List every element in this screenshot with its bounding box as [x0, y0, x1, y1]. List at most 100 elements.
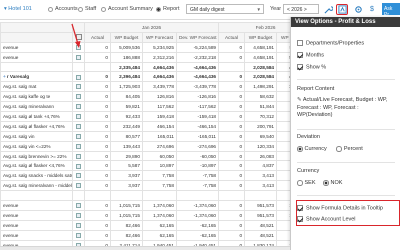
table-row[interactable]: Avg.st. salg øl flasker +4,76% 0 232,449 46… — [0, 120, 290, 132]
checkbox[interactable] — [297, 40, 303, 46]
row-value-cell: 200,791 — [244, 120, 278, 132]
checkbox-checked[interactable] — [297, 52, 303, 58]
table-row[interactable] — [0, 190, 290, 202]
header-dev-wp-forecast: Dev. WP Forecast — [175, 31, 220, 43]
row-account-name: evenue — [0, 41, 73, 53]
row-value-cell: -10,897 — [175, 160, 220, 172]
account-details-icon[interactable] — [76, 94, 81, 100]
row-account-label: evenue — [3, 212, 19, 218]
checkbox-checked[interactable] — [297, 64, 303, 70]
table-row[interactable]: Avg.st. salg snacks - middels sats 0 3,937… — [0, 170, 290, 182]
radio-report-label: Report — [163, 6, 180, 12]
row-value-cell: 60,050 — [142, 150, 177, 162]
account-details-icon[interactable] — [76, 153, 81, 159]
hotel-selector[interactable]: ▾ Hotel 101 — [4, 6, 32, 12]
table-row[interactable]: Avg.st. salg mat 0 1,725,903 3,439,778 -3,43… — [0, 81, 290, 93]
table-row[interactable]: Avg.st. salg vin 0 80,577 165,011 -165,011 0 6… — [0, 130, 290, 142]
row-account-name: evenue — [0, 51, 73, 63]
row-account-name: evenue — [0, 200, 73, 211]
deviation-label: Deviation — [297, 134, 320, 140]
row-icon-cell — [72, 120, 85, 132]
table-row[interactable]: Avg.st. salg mineralvann - middels sats 0… — [0, 180, 290, 192]
view-options-icon[interactable] — [336, 4, 348, 15]
account-details-icon[interactable] — [76, 143, 81, 149]
row-value-cell: 0 — [84, 180, 111, 192]
table-row[interactable]: 2,335,4844,664,436-4,664,436 2,028,5844,3… — [0, 61, 290, 73]
row-value-cell: -165,011 — [175, 130, 220, 142]
radio-currency[interactable]: Currency — [297, 146, 327, 152]
row-value-cell: 69,540 — [244, 130, 278, 142]
account-details-icon[interactable] — [76, 222, 81, 228]
table-row[interactable]: evenue 0 5,009,536 5,234,925 -5,224,589 0 4,65… — [0, 41, 290, 53]
table-row[interactable]: evenue 0 1,015,715 1,374,060 -1,374,060 0 951,… — [0, 209, 290, 221]
row-value-cell: 0 — [218, 130, 246, 142]
deviation-options: Currency Percent — [297, 146, 363, 152]
account-details-icon[interactable] — [76, 232, 81, 238]
account-details-icon[interactable] — [76, 203, 81, 209]
option-show-percent[interactable]: Show % — [297, 64, 326, 70]
tools-icon[interactable] — [322, 4, 334, 15]
account-details-icon[interactable] — [76, 183, 81, 189]
table-row[interactable]: Avg.st. salg brennevin >= 22% 0 29,890 60,0… — [0, 150, 290, 162]
radio-accounts-label: Accounts — [55, 6, 78, 12]
settings-icon[interactable] — [352, 4, 364, 15]
radio-sek[interactable]: SEK — [297, 180, 316, 186]
edit-icon[interactable]: ✎ — [297, 97, 302, 103]
account-details-icon[interactable] — [76, 173, 81, 179]
radio-currency-label: Currency — [304, 146, 327, 153]
option-departments[interactable]: Departments/Properties — [297, 40, 364, 46]
dollar-icon[interactable]: $ — [366, 4, 378, 15]
account-details-icon[interactable] — [76, 163, 81, 169]
account-details-icon[interactable] — [76, 74, 81, 80]
option-months[interactable]: Months — [297, 52, 324, 58]
account-details-icon[interactable] — [76, 84, 81, 90]
header-actual: Actual — [218, 31, 246, 43]
row-icon-cell — [72, 209, 85, 221]
account-details-icon[interactable] — [76, 54, 81, 60]
row-value-cell: 139,443 — [110, 140, 143, 152]
table-row[interactable]: evenue 0 186,888 2,312,216 -2,232,218 0 4,658,… — [0, 51, 290, 63]
row-account-name: Avg.st. salg mat — [0, 81, 73, 93]
ask-button[interactable]: Ask Pr — [382, 3, 400, 18]
table-row[interactable]: +r Varesalg 0 2,396,484 4,664,436 -4,664,436… — [0, 71, 290, 83]
year-select[interactable]: < 2026 > — [283, 4, 319, 14]
row-value-cell: 7,758 — [142, 180, 177, 192]
radio-accounts[interactable]: Accounts — [48, 6, 78, 12]
table-row[interactable]: evenue 0 1,015,715 1,374,060 -1,374,060 0 951,… — [0, 200, 290, 211]
pl-table: Jan 2026 Feb 2026 Actual WP Budget WP Fo… — [0, 22, 290, 250]
radio-report[interactable]: Report — [156, 6, 180, 12]
report-select[interactable]: GM daily digest ▼ — [186, 4, 264, 14]
row-account-name: evenue — [0, 229, 73, 241]
table-row[interactable]: Avg.st. salg øl flasker <4,76% 0 5,587 10,8… — [0, 160, 290, 172]
row-value-cell: 0 — [84, 219, 111, 231]
table-row[interactable]: Avg.st. salg øl tank +4,76% 0 92,433 159,41… — [0, 111, 290, 122]
radio-nok[interactable]: NOK — [323, 180, 342, 186]
radio-staff[interactable]: Staff — [78, 6, 96, 12]
account-details-icon[interactable] — [76, 114, 81, 120]
account-details-icon[interactable] — [76, 104, 81, 110]
radio-account-summary[interactable]: Account Summary — [101, 6, 153, 12]
table-row[interactable]: evenue082,46662,165-62,165048,52156,118 — [0, 219, 290, 231]
table-row[interactable]: Avg.st. salg mineralvann 0 59,821 117,562 -1… — [0, 101, 290, 113]
row-value-cell: 4,374,165 — [276, 71, 290, 83]
table-row[interactable]: evenue082,46662,165-62,165048,52156,118 — [0, 229, 290, 241]
row-value-cell: 126,816 — [142, 91, 177, 103]
row-account-label: r Varesalg — [6, 74, 30, 80]
year-label: Year — [270, 6, 282, 12]
radio-percent[interactable]: Percent — [336, 146, 363, 152]
account-details-icon[interactable] — [76, 123, 81, 129]
table-row[interactable]: Avg.st. salg kaffe og te 0 84,405 126,816 -1… — [0, 91, 290, 103]
account-details-icon[interactable] — [76, 133, 81, 139]
row-value-cell: 4,658,191 — [244, 51, 278, 63]
row-icon-cell — [72, 81, 85, 93]
horizontal-scrollbar[interactable] — [0, 246, 290, 250]
row-value-cell: 0 — [218, 170, 246, 182]
account-details-icon[interactable] — [76, 213, 81, 218]
year-value: < 2026 > — [287, 7, 307, 13]
row-value-cell: 0 — [218, 120, 246, 132]
expand-icon[interactable]: + — [3, 74, 6, 79]
report-content-value[interactable]: ✎ Actual/Live Forecast, Budget : WP, For… — [297, 97, 395, 120]
table-row[interactable]: Avg.st. salg vin <=22% 0 139,443 274,696 -27… — [0, 140, 290, 152]
currency-options: SEK NOK — [297, 180, 342, 186]
row-account-name: Avg.st. salg mineralvann - middels sats — [0, 180, 73, 192]
